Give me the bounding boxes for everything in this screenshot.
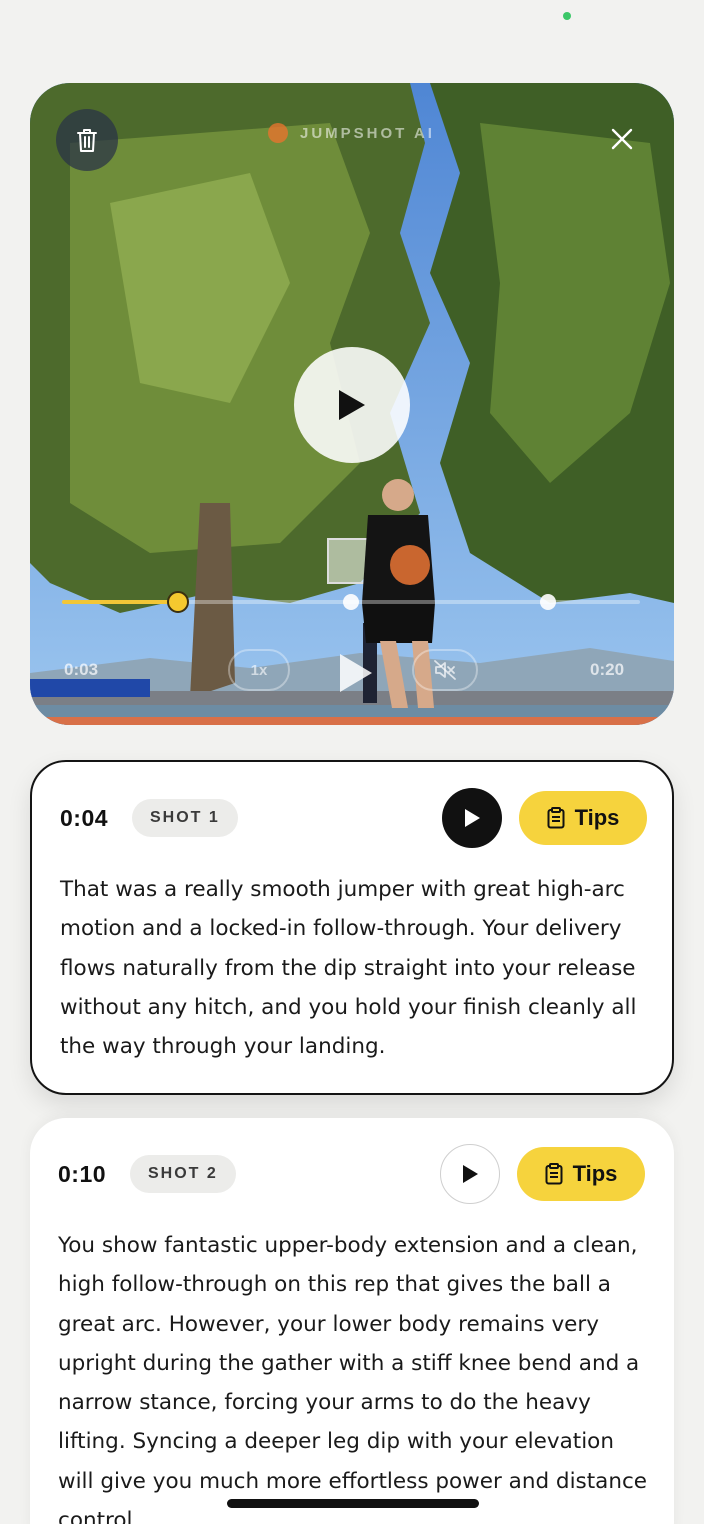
total-duration: 0:20 — [590, 660, 625, 679]
shot-timestamp[interactable]: 0:04 — [60, 805, 108, 832]
clipboard-icon — [547, 807, 565, 829]
trash-icon — [77, 129, 97, 152]
video-scrubber[interactable] — [62, 591, 640, 613]
speaker-muted-icon — [434, 660, 456, 680]
play-shot-button[interactable] — [440, 1144, 500, 1204]
shot-number-badge: SHOT 1 — [132, 799, 238, 837]
shot-card[interactable]: 0:04 SHOT 1 Tips That was a really smoot… — [30, 760, 674, 1095]
play-icon — [465, 809, 480, 827]
brand-name: JUMPSHOT AI — [300, 124, 435, 142]
shot-card-header: 0:04 SHOT 1 Tips — [32, 788, 672, 848]
clipboard-icon — [545, 1163, 563, 1185]
brand-watermark: JUMPSHOT AI — [268, 123, 435, 143]
shot-card[interactable]: 0:10 SHOT 2 Tips You show fantastic uppe… — [30, 1118, 674, 1524]
shot-feedback: You show fantastic upper-body extension … — [58, 1233, 648, 1524]
tips-label: Tips — [572, 1161, 618, 1186]
play-icon[interactable] — [336, 651, 376, 695]
status-indicator-dot — [563, 12, 571, 20]
shot-card-header: 0:10 SHOT 2 Tips — [30, 1144, 674, 1204]
tips-label: Tips — [574, 805, 620, 830]
tips-button[interactable]: Tips — [519, 791, 647, 845]
shot-number-badge: SHOT 2 — [130, 1155, 236, 1193]
tips-button[interactable]: Tips — [517, 1147, 645, 1201]
shot-timestamp[interactable]: 0:10 — [58, 1161, 106, 1188]
delete-button[interactable] — [56, 109, 118, 171]
playback-speed-label: 1x — [250, 661, 268, 679]
current-time: 0:03 — [64, 660, 99, 679]
video-player[interactable]: JUMPSHOT AI 0:03 1x 0:20 — [30, 83, 674, 725]
play-video-button[interactable] — [294, 347, 410, 463]
scrubber-progress — [62, 600, 178, 604]
playback-speed-button[interactable]: 1x — [228, 649, 290, 691]
shot-marker[interactable] — [343, 594, 359, 610]
mute-button[interactable] — [412, 649, 478, 691]
play-icon — [339, 390, 365, 420]
play-shot-button[interactable] — [442, 788, 502, 848]
scrubber-handle[interactable] — [166, 591, 189, 613]
close-icon[interactable] — [610, 127, 634, 151]
shot-marker[interactable] — [539, 594, 556, 610]
shot-feedback: That was a really smooth jumper with gre… — [60, 877, 637, 1060]
home-indicator[interactable] — [227, 1499, 479, 1508]
play-icon — [463, 1165, 478, 1183]
basketball-icon — [268, 123, 288, 143]
